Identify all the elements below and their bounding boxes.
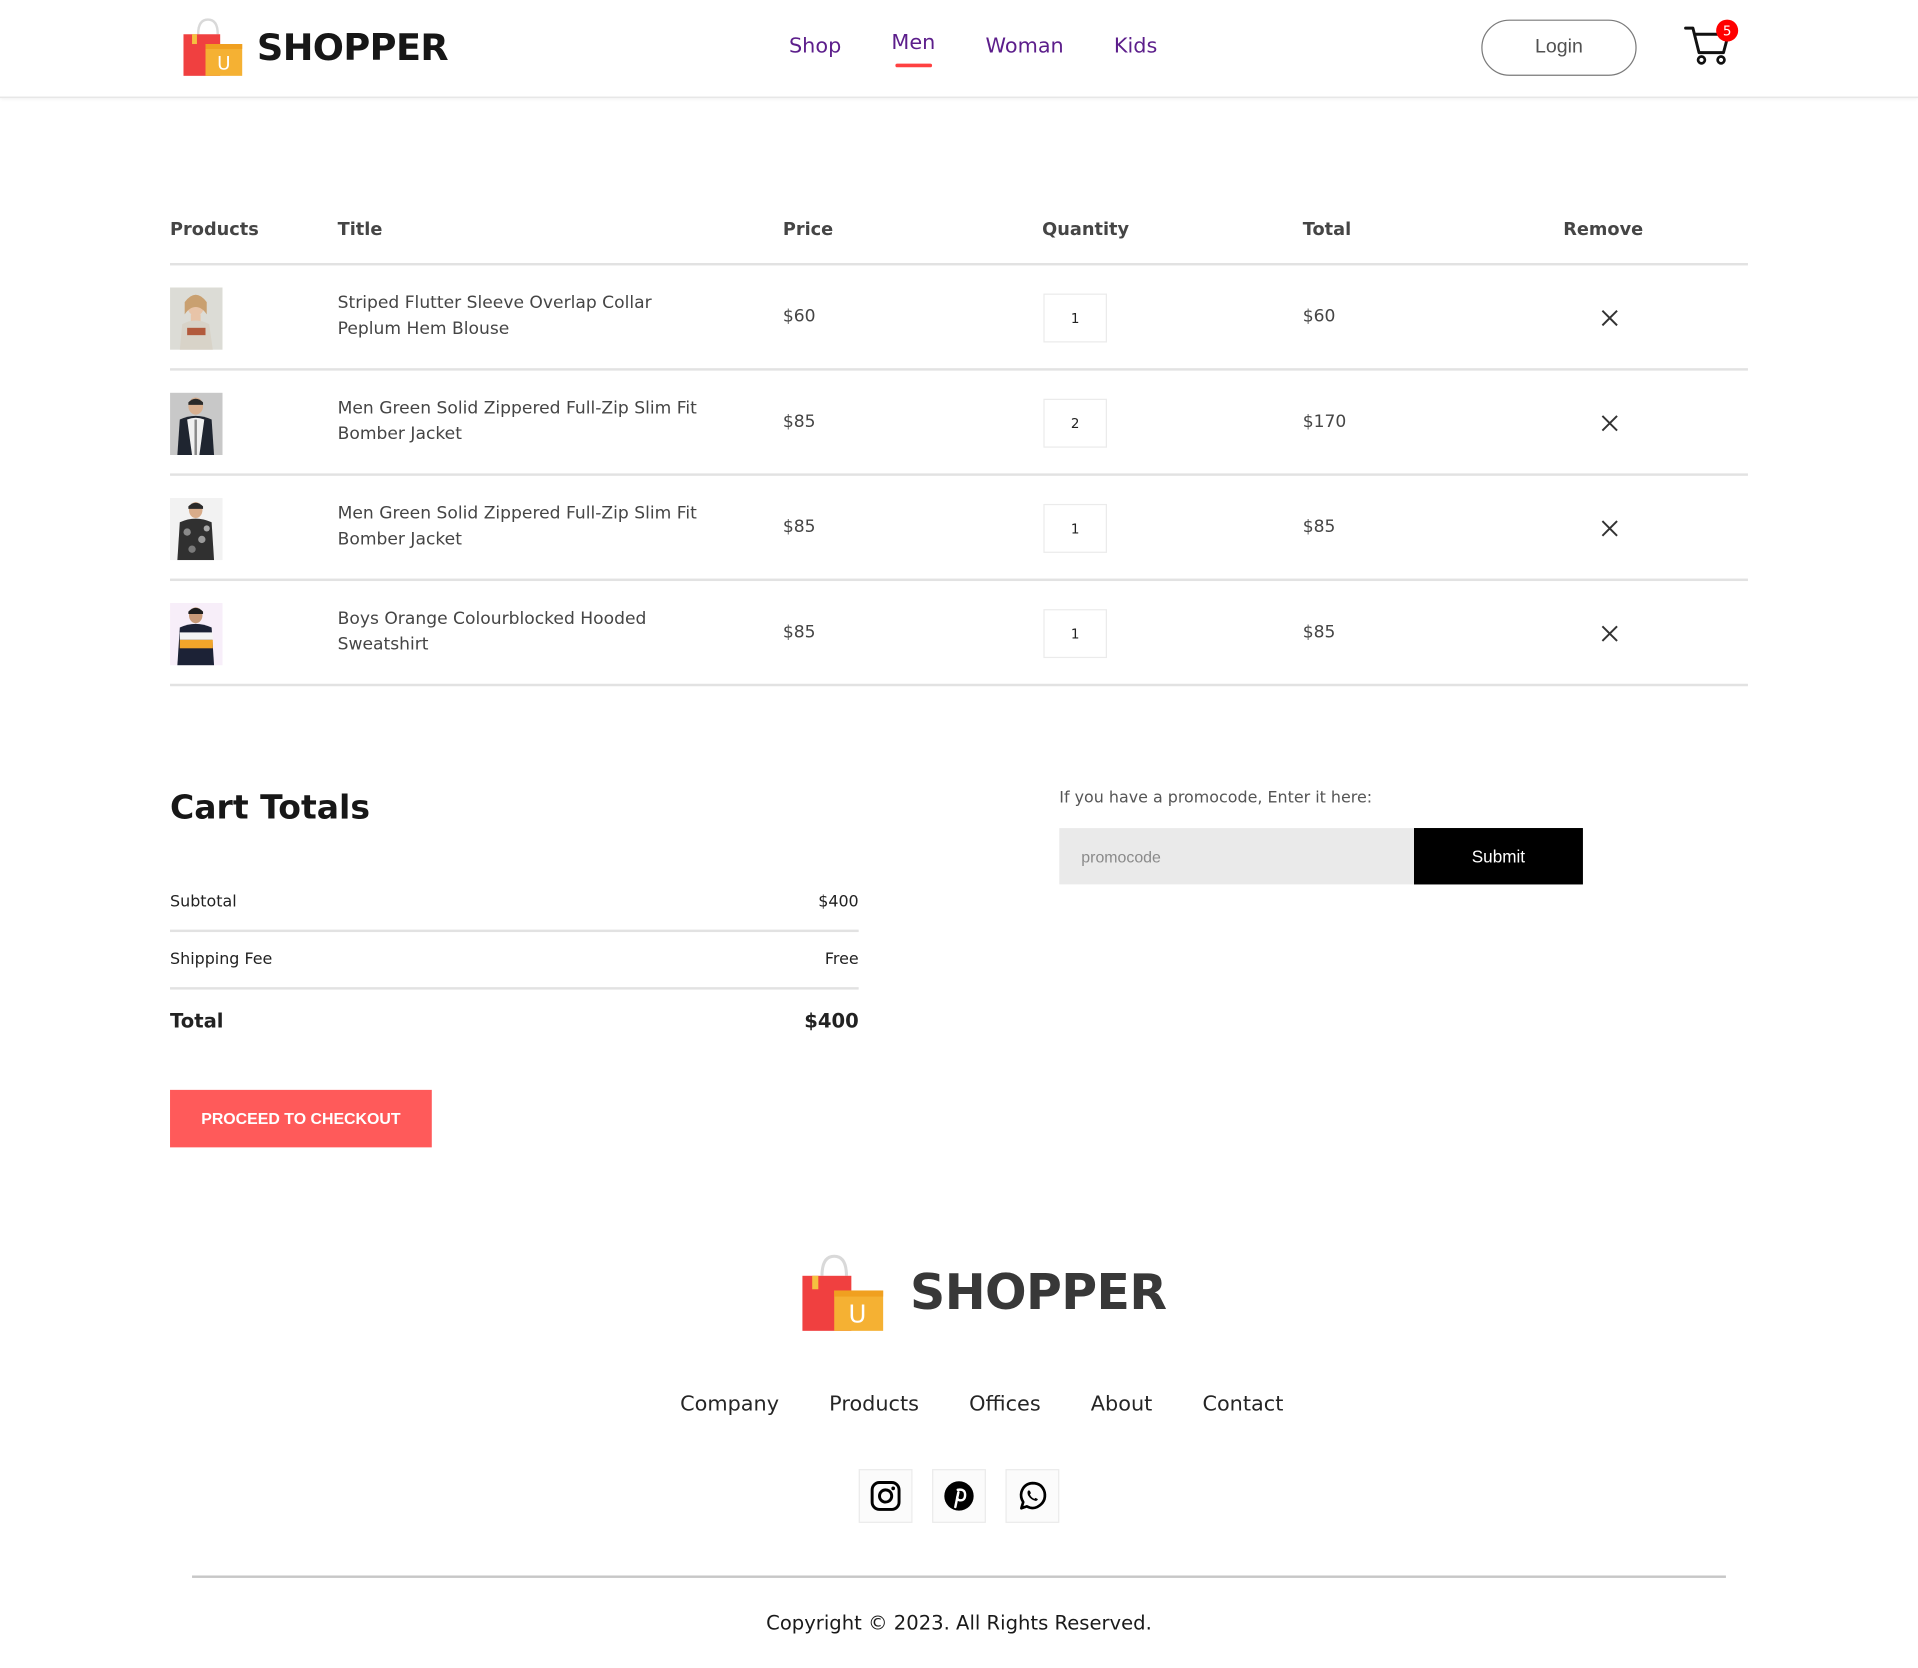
footer-link-offices[interactable]: Offices: [969, 1392, 1041, 1416]
header-total: Total: [1302, 220, 1352, 240]
total-value: $400: [804, 1009, 859, 1033]
login-button[interactable]: Login: [1481, 19, 1637, 76]
cart-totals-title: Cart Totals: [170, 788, 371, 827]
header-title: Title: [337, 220, 383, 240]
brand-name: SHOPPER: [256, 26, 449, 70]
product-price: $85: [782, 517, 816, 537]
footer-brand[interactable]: U SHOPPER: [800, 1254, 1167, 1332]
quantity-field[interactable]: 1: [1043, 503, 1107, 553]
instagram-button[interactable]: [858, 1469, 913, 1523]
proceed-to-checkout-button[interactable]: PROCEED TO CHECKOUT: [170, 1089, 432, 1148]
product-title: Men Green Solid Zippered Full-Zip Slim F…: [337, 398, 697, 445]
line-total: $60: [1302, 307, 1336, 327]
pinterest-button[interactable]: [932, 1469, 986, 1523]
line-total: $85: [1302, 517, 1336, 537]
footer-links: Company Products Offices About Contact: [680, 1392, 1333, 1416]
header-products: Products: [170, 220, 259, 240]
product-price: $85: [782, 622, 816, 643]
product-price: $60: [782, 307, 816, 327]
shopping-bag-icon: U: [183, 18, 243, 76]
subtotal-value: $400: [818, 892, 859, 912]
cart-count-badge: 5: [1716, 19, 1739, 42]
product-thumbnail[interactable]: [170, 603, 223, 666]
header-remove: Remove: [1563, 220, 1644, 240]
navbar: U SHOPPER Shop Men Woman Kids Login 5: [0, 0, 1918, 98]
header-price: Price: [782, 220, 834, 240]
menu-item-kids[interactable]: Kids: [1114, 34, 1157, 58]
shopping-bag-icon: U: [802, 1254, 884, 1331]
footer-link-products[interactable]: Products: [829, 1392, 919, 1416]
product-title: Men Green Solid Zippered Full-Zip Slim F…: [337, 503, 697, 550]
table-divider: [170, 368, 1748, 371]
promocode-submit-button[interactable]: Submit: [1414, 828, 1583, 885]
quantity-field[interactable]: 1: [1043, 609, 1107, 659]
pinterest-icon: [944, 1481, 974, 1511]
whatsapp-button[interactable]: [1005, 1469, 1060, 1523]
product-thumbnail[interactable]: [170, 287, 223, 350]
remove-icon[interactable]: [1600, 519, 1620, 539]
shipping-label: Shipping Fee: [170, 950, 273, 969]
active-menu-indicator: [895, 63, 932, 68]
menu-item-men-label: Men: [891, 30, 936, 56]
menu-item-men[interactable]: Men: [891, 30, 936, 68]
brand-logo[interactable]: U SHOPPER: [181, 17, 449, 78]
promocode-label: If you have a promocode, Enter it here:: [1059, 788, 1373, 808]
line-total: $85: [1302, 622, 1336, 643]
promocode-input[interactable]: [1059, 828, 1415, 885]
product-price: $85: [782, 412, 816, 432]
menu-item-shop[interactable]: Shop: [789, 34, 841, 58]
table-divider: [170, 683, 1748, 687]
main-menu: Shop Men Woman Kids: [789, 30, 1208, 68]
totals-divider: [170, 987, 859, 990]
product-title: Striped Flutter Sleeve Overlap Collar Pe…: [337, 293, 652, 339]
shipping-value: Free: [824, 950, 859, 969]
remove-icon[interactable]: [1600, 413, 1620, 433]
footer-link-company[interactable]: Company: [680, 1392, 779, 1416]
copyright-text: Copyright © 2023. All Rights Reserved.: [766, 1610, 1152, 1635]
table-divider: [170, 262, 1748, 266]
table-divider: [170, 578, 1748, 582]
table-divider: [170, 473, 1748, 476]
remove-icon[interactable]: [1600, 624, 1620, 644]
quantity-field[interactable]: 1: [1043, 293, 1107, 343]
product-title: Boys Orange Colourblocked Hooded Sweatsh…: [337, 609, 647, 655]
subtotal-label: Subtotal: [170, 892, 237, 912]
footer-link-about[interactable]: About: [1091, 1392, 1152, 1416]
svg-text:U: U: [217, 54, 230, 75]
product-thumbnail[interactable]: [170, 497, 223, 561]
line-total: $170: [1302, 412, 1347, 432]
footer-divider: [192, 1575, 1726, 1578]
footer-brand-name: SHOPPER: [910, 1264, 1167, 1322]
remove-icon[interactable]: [1600, 308, 1620, 328]
instagram-icon: [870, 1481, 901, 1511]
header-quantity: Quantity: [1042, 220, 1130, 240]
footer-link-contact[interactable]: Contact: [1202, 1392, 1283, 1416]
totals-divider: [170, 929, 859, 933]
menu-item-woman[interactable]: Woman: [985, 34, 1063, 58]
product-thumbnail[interactable]: [170, 392, 223, 456]
quantity-field[interactable]: 2: [1043, 398, 1107, 448]
whatsapp-icon: [1019, 1481, 1047, 1510]
svg-text:U: U: [849, 1299, 867, 1328]
total-label: Total: [170, 1009, 224, 1033]
